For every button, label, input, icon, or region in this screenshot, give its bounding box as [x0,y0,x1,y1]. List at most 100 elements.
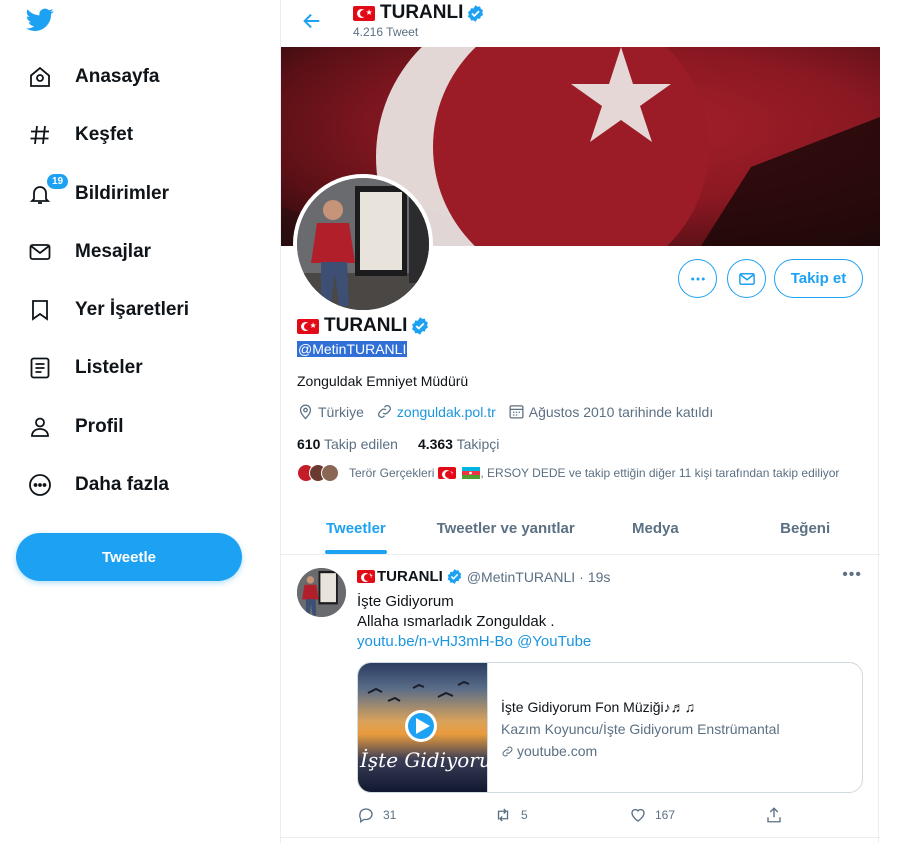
tweet-author-handle[interactable]: @MetinTURANLI [467,569,575,585]
avatar-photo [297,568,346,617]
twitter-logo-icon[interactable] [26,8,54,32]
reply-icon [359,808,373,824]
tweet-more-icon[interactable]: ••• [842,566,862,584]
tweet-author-avatar[interactable] [297,568,346,617]
sidebar-item-explore[interactable]: Keşfet [18,111,133,159]
retweet-icon [497,808,509,822]
back-arrow-icon[interactable] [301,10,323,32]
profile-joined-date: Ağustos 2010 tarihinde katıldı [528,403,714,420]
envelope-icon [738,272,755,285]
tweet-button[interactable]: Tweetle [16,533,242,581]
reply-count: 31 [383,808,397,822]
followers-label: Takipçi [456,436,500,452]
sidebar-item-profile[interactable]: Profil [18,403,124,451]
website-item[interactable]: zonguldak.pol.tr [376,403,496,420]
tab-tweets-and-replies[interactable]: Tweetler ve yanıtlar [431,505,581,554]
share-icon [767,807,781,823]
more-options-button[interactable] [678,259,717,298]
sidebar: Anasayfa Keşfet 19 Bildirimler Mesajlar [0,0,280,843]
like-count: 167 [655,808,676,822]
followed-by-name-a: Terör Gerçekleri [349,466,435,480]
sidebar-item-label: Anasayfa [75,66,160,87]
location-pin-icon [299,404,312,420]
profile-avatar[interactable] [293,174,433,314]
sidebar-item-lists[interactable]: Listeler [18,344,143,392]
sidebar-item-label: Profil [75,416,124,437]
hashtag-icon [18,120,64,150]
tweet-header: ★ TURANLI @MetinTURANLI · 19s [357,568,610,585]
link-preview-card[interactable]: İşte Gidiyorum İşte Gidiyorum Fon Müziği… [357,662,863,793]
sidebar-item-messages[interactable]: Mesajlar [18,228,151,276]
sidebar-item-bookmarks[interactable]: Yer İşaretleri [18,286,189,334]
app: Anasayfa Keşfet 19 Bildirimler Mesajlar [0,0,903,843]
avatar-photo [297,178,429,310]
following-label: Takip edilen [324,436,398,452]
turkish-flag-icon: ★ [353,5,375,21]
card-text: İşte Gidiyorum Fon Müziği♪♬♫ Kazım Koyun… [501,696,780,762]
bell-icon: 19 [18,173,70,209]
verified-badge-icon [447,569,462,584]
sidebar-item-label: Yer İşaretleri [75,299,190,320]
profile-handle: @MetinTURANLI [297,341,408,357]
turkish-flag-icon: ★ [357,570,375,583]
tweet[interactable]: ★ TURANLI @MetinTURANLI · 19s ••• İşte G… [281,556,880,838]
followers-count: 4.363 [417,436,453,452]
follow-button[interactable]: Takip et [774,259,863,298]
main-column: ★ TURANLI 4.216 Tweet Takip et ★ TURANLI… [280,0,880,843]
sidebar-item-label: Daha fazla [75,474,169,495]
follow-stats: 610 Takip edilen 4.363 Takipçi [297,436,499,452]
following-stat[interactable]: 610 Takip edilen [297,436,398,452]
card-subtitle: Kazım Koyuncu/İşte Gidiyorum Enstrümanta… [501,721,780,737]
tab-tweets[interactable]: Tweetler [281,505,431,554]
tab-media[interactable]: Medya [581,505,731,554]
tweet-count: 4.216 Tweet [353,25,419,39]
profile-bio: Zonguldak Emniyet Müdürü [297,373,469,389]
followers-stat[interactable]: 4.363 Takipçi [418,436,499,452]
more-horizontal-icon [690,277,705,280]
verified-badge-icon [412,317,429,335]
tweet-separator: · [579,568,584,585]
like-button[interactable]: 167 [629,806,765,824]
envelope-icon [18,237,64,267]
card-thumbnail: İşte Gidiyorum [358,663,511,792]
sidebar-item-label: Bildirimler [75,183,169,204]
profile-website-link[interactable]: zonguldak.pol.tr [397,404,496,420]
retweet-count: 5 [521,808,528,822]
calendar-icon [509,405,524,419]
sidebar-item-notifications[interactable]: 19 Bildirimler [18,170,169,218]
tweet-author-name[interactable]: ★ TURANLI [357,568,463,585]
link-icon [502,746,513,756]
following-count: 610 [297,436,321,452]
sidebar-item-label: Mesajlar [75,241,152,262]
link-icon [377,405,391,418]
share-button[interactable] [765,806,901,824]
profile-location: Türkiye [318,403,364,420]
turkish-flag-icon: ★ [297,318,319,334]
tweet-mention[interactable]: @YouTube [517,633,591,650]
tweet-text: İşte Gidiyorum Allaha ısmarladık Zonguld… [357,592,591,652]
followers-you-know[interactable]: Terör Gerçekleri ★ , ERSOY DEDE ve takip… [297,464,839,482]
sidebar-item-more[interactable]: Daha fazla [18,461,169,509]
verified-badge-icon [468,4,484,22]
heart-icon [631,808,645,822]
list-icon [18,353,64,383]
card-title: İşte Gidiyorum Fon Müziği♪♬♫ [501,699,696,715]
sidebar-item-home[interactable]: Anasayfa [18,53,160,101]
person-icon [18,412,64,442]
azerbaijan-flag-icon [462,467,481,479]
thumbnail-image: İşte Gidiyorum [359,680,511,772]
tweet-time[interactable]: 19s [588,569,611,585]
tweet-author-display-name: TURANLI [377,568,443,585]
profile-display-name: TURANLI [324,315,408,336]
tweet-link[interactable]: youtu.be/n-vHJ3mH-Bo [357,633,513,650]
turkish-flag-icon: ★ [438,467,457,479]
message-button[interactable] [727,259,766,298]
sidebar-item-label: Keşfet [75,124,134,145]
notification-badge: 19 [46,173,70,190]
tab-likes[interactable]: Beğeni [730,505,880,554]
reply-button[interactable]: 31 [357,806,493,824]
bookmark-icon [18,295,64,325]
retweet-button[interactable]: 5 [493,806,629,824]
follower-avatar [321,464,339,482]
tweet-actions: 31 5 167 [357,806,901,824]
